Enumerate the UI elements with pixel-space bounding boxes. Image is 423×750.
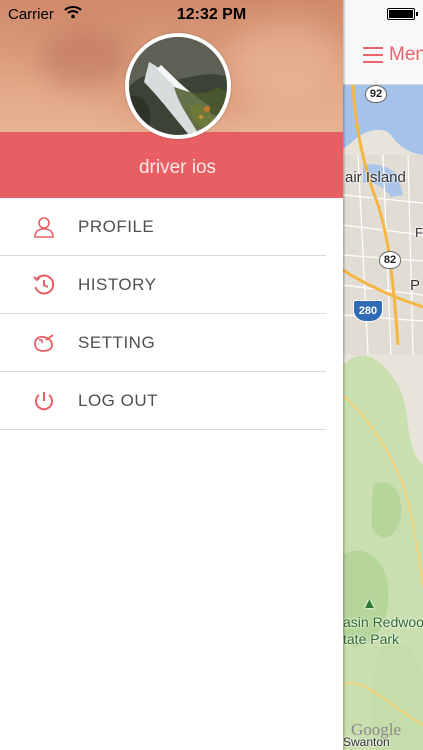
username: driver ios: [138, 157, 217, 178]
map-label-park-line1: asin Redwood: [343, 614, 423, 630]
route-82-shield: 82: [379, 251, 401, 269]
drawer-menu: PROFILE HISTORY SETTING LOG OUT: [0, 198, 343, 430]
route-82-label: 82: [383, 254, 397, 266]
menu-item-label: PROFILE: [78, 217, 155, 236]
power-icon: [35, 392, 53, 411]
route-92-shield: 92: [365, 85, 387, 103]
side-drawer: driver ios Carrier PROFILE HISTORY SETTI…: [0, 0, 343, 750]
map-label-f: F: [415, 225, 423, 240]
history-clock-icon: [33, 274, 55, 295]
hamburger-icon: [363, 47, 383, 63]
menu-button-label: Menu: [389, 44, 423, 65]
map-view[interactable]: 92 82 280 air Island P F ▲ asin Redwood …: [343, 84, 423, 750]
tree-icon: ▲: [362, 595, 377, 612]
menu-item-label: HISTORY: [78, 275, 157, 294]
google-logo: Google: [351, 720, 402, 739]
menu-item-logout[interactable]: LOG OUT: [0, 372, 343, 430]
map-label-park-line2: tate Park: [343, 631, 400, 647]
menu-item-label: LOG OUT: [78, 391, 159, 410]
map-panel: 92 82 280 air Island P F ▲ asin Redwood …: [343, 0, 423, 750]
menu-item-history[interactable]: HISTORY: [0, 256, 343, 314]
setting-icon: [34, 334, 54, 352]
person-icon: [34, 217, 54, 238]
drawer-shadow: [343, 0, 346, 750]
map-label-p: P: [410, 277, 421, 294]
avatar-image: [129, 37, 227, 135]
interstate-280-label: 280: [358, 305, 378, 317]
avatar[interactable]: [125, 33, 231, 139]
route-92-label: 92: [369, 88, 383, 100]
menu-item-profile[interactable]: PROFILE: [0, 198, 343, 256]
menu-item-setting[interactable]: SETTING: [0, 314, 343, 372]
menu-button[interactable]: Menu: [363, 44, 423, 66]
interstate-280-shield: 280: [353, 300, 383, 322]
divider: [0, 429, 326, 430]
menu-item-label: SETTING: [78, 333, 156, 352]
app-screen: 92 82 280 air Island P F ▲ asin Redwood …: [0, 0, 423, 750]
status-time: 12:32 PM: [176, 6, 247, 23]
